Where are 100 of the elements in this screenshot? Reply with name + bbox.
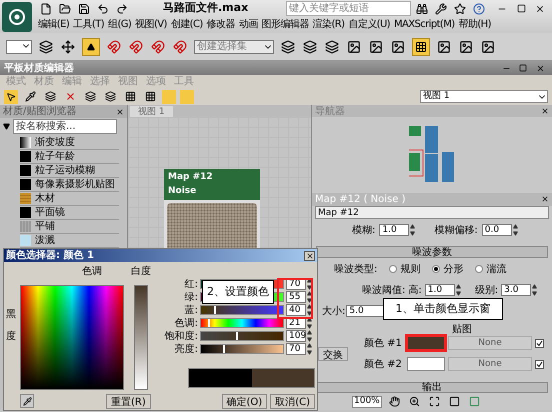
magnet-icon[interactable] bbox=[150, 38, 166, 54]
menu-item[interactable]: 工具(T) bbox=[73, 17, 104, 32]
number-field[interactable]: 40 bbox=[286, 304, 306, 316]
menu-item[interactable]: 渲染(R) bbox=[312, 17, 344, 32]
window-icon[interactable] bbox=[390, 38, 406, 54]
magnet-icon[interactable] bbox=[172, 38, 188, 54]
list-item[interactable]: 泼溅 bbox=[35, 233, 55, 248]
view-dropdown[interactable]: 视图 1 bbox=[420, 90, 548, 103]
wrench-icon[interactable] bbox=[433, 0, 449, 16]
window-icon[interactable] bbox=[346, 38, 362, 54]
swap-button[interactable]: 交换 bbox=[318, 346, 348, 361]
eyedropper-button[interactable] bbox=[20, 394, 34, 408]
slider-thumb[interactable] bbox=[214, 306, 216, 314]
spinner-icon[interactable] bbox=[307, 278, 313, 290]
menu-item[interactable]: 组(G) bbox=[108, 17, 132, 32]
channel-label: 亮度: bbox=[174, 342, 198, 356]
number-field[interactable]: 0.0 bbox=[482, 224, 512, 236]
column-label: 贴图 bbox=[452, 322, 472, 336]
help-icon[interactable] bbox=[471, 0, 487, 16]
list-item[interactable]: 平面镜 bbox=[35, 205, 65, 220]
number-field[interactable]: 3.0 bbox=[501, 284, 532, 296]
menu-item[interactable]: MAXScript(M) bbox=[394, 17, 455, 32]
menu-item[interactable]: 图形编辑器 bbox=[262, 17, 309, 32]
slider-thumb[interactable] bbox=[236, 332, 238, 340]
menu-item[interactable]: 自定义(U) bbox=[348, 17, 390, 32]
section-header[interactable]: 输出 bbox=[422, 380, 442, 395]
list-item[interactable]: 平铺 bbox=[35, 219, 55, 234]
color-slider[interactable] bbox=[200, 305, 284, 315]
map-button[interactable]: None bbox=[448, 357, 532, 372]
spinner-icon[interactable] bbox=[307, 343, 313, 355]
dropdown[interactable] bbox=[6, 40, 32, 54]
map-button[interactable]: None bbox=[448, 336, 532, 350]
number-field[interactable]: 55 bbox=[286, 291, 306, 303]
list-item[interactable]: 木材 bbox=[35, 191, 55, 206]
menu-item[interactable]: 修改器 bbox=[206, 17, 235, 32]
move-icon[interactable] bbox=[60, 38, 76, 54]
close-icon[interactable] bbox=[116, 108, 124, 116]
spinner-icon[interactable] bbox=[410, 224, 416, 236]
whiteness-bar[interactable] bbox=[134, 285, 148, 390]
menu-item[interactable]: 编辑(E) bbox=[38, 17, 70, 32]
view-tab[interactable]: 视图 1 bbox=[130, 106, 173, 117]
magnet-icon[interactable] bbox=[128, 38, 144, 54]
map-swatch bbox=[20, 193, 31, 204]
layers-icon[interactable] bbox=[324, 38, 340, 54]
toggle-icon[interactable] bbox=[162, 90, 176, 104]
magnet-icon[interactable] bbox=[106, 38, 122, 54]
toggle-icon[interactable] bbox=[180, 90, 194, 104]
spinner-icon[interactable] bbox=[307, 304, 313, 316]
checkbox[interactable] bbox=[535, 338, 544, 348]
spinner-icon[interactable] bbox=[512, 224, 519, 236]
list-item[interactable]: 渐变坡度 bbox=[35, 135, 75, 150]
name-field[interactable]: Map #12 bbox=[315, 206, 549, 219]
ok-button[interactable]: 确定(O) bbox=[222, 394, 268, 409]
spinner-icon[interactable] bbox=[307, 291, 313, 303]
close-icon[interactable] bbox=[541, 107, 549, 115]
menu-item[interactable]: 帮助(H) bbox=[458, 17, 491, 32]
menu-item[interactable]: 创建(C) bbox=[170, 17, 203, 32]
slider-thumb[interactable] bbox=[223, 345, 226, 353]
color-swatch[interactable] bbox=[407, 336, 445, 350]
field-label: 颜色 #1 bbox=[364, 336, 403, 351]
menu-item[interactable]: 动画 bbox=[238, 17, 258, 32]
color-slider[interactable] bbox=[200, 331, 284, 341]
cancel-button[interactable]: 取消(C) bbox=[270, 394, 315, 409]
menu-item[interactable]: 视图(V) bbox=[135, 17, 167, 32]
close-icon[interactable] bbox=[304, 250, 315, 260]
toggle-icon[interactable] bbox=[82, 38, 100, 56]
number-field[interactable]: 1.0 bbox=[379, 224, 410, 236]
number-field[interactable]: 1.0 bbox=[424, 284, 455, 296]
color-field[interactable] bbox=[20, 285, 124, 390]
star-icon[interactable] bbox=[452, 0, 468, 16]
caret-icon[interactable] bbox=[3, 122, 10, 130]
zoom-dropdown[interactable]: 100% bbox=[352, 396, 382, 408]
select-tool-icon[interactable] bbox=[4, 90, 18, 104]
slider-thumb[interactable] bbox=[208, 319, 210, 327]
spinner-icon[interactable] bbox=[307, 330, 313, 342]
list-item[interactable]: 粒子年龄 bbox=[35, 149, 75, 164]
number-field[interactable]: 109 bbox=[286, 330, 306, 342]
spinner-icon[interactable] bbox=[456, 284, 462, 296]
number-field[interactable]: 70 bbox=[286, 343, 306, 355]
material-editor-icon[interactable] bbox=[412, 38, 430, 56]
spinner-icon[interactable] bbox=[532, 284, 538, 296]
checkbox[interactable] bbox=[535, 360, 544, 369]
field-label: 模糊偏移: bbox=[434, 224, 478, 238]
reset-button[interactable]: 重置(R) bbox=[106, 394, 151, 409]
color-swatch[interactable] bbox=[407, 357, 445, 372]
color-slider[interactable] bbox=[200, 318, 284, 328]
callout-tooltip: 1、单击颜色显示窗 bbox=[383, 298, 503, 320]
selection-set-dropdown[interactable]: 创建选择集 bbox=[194, 40, 274, 54]
radio-button[interactable] bbox=[432, 265, 440, 274]
color-slider[interactable] bbox=[200, 344, 284, 354]
app-logo-icon[interactable] bbox=[2, 2, 32, 32]
spinner-icon[interactable] bbox=[307, 317, 313, 329]
radio-button[interactable] bbox=[389, 265, 398, 274]
close-icon[interactable] bbox=[541, 195, 549, 204]
radio-label: 湍流 bbox=[486, 262, 506, 277]
search-field[interactable]: 键入关键字或短语 bbox=[286, 1, 411, 16]
radio-button[interactable] bbox=[475, 265, 484, 274]
list-item[interactable]: 每像素摄影机贴图 bbox=[35, 177, 115, 192]
list-item[interactable]: 粒子运动模糊 bbox=[35, 163, 95, 178]
search-field[interactable]: 按名称搜索... bbox=[13, 118, 117, 134]
